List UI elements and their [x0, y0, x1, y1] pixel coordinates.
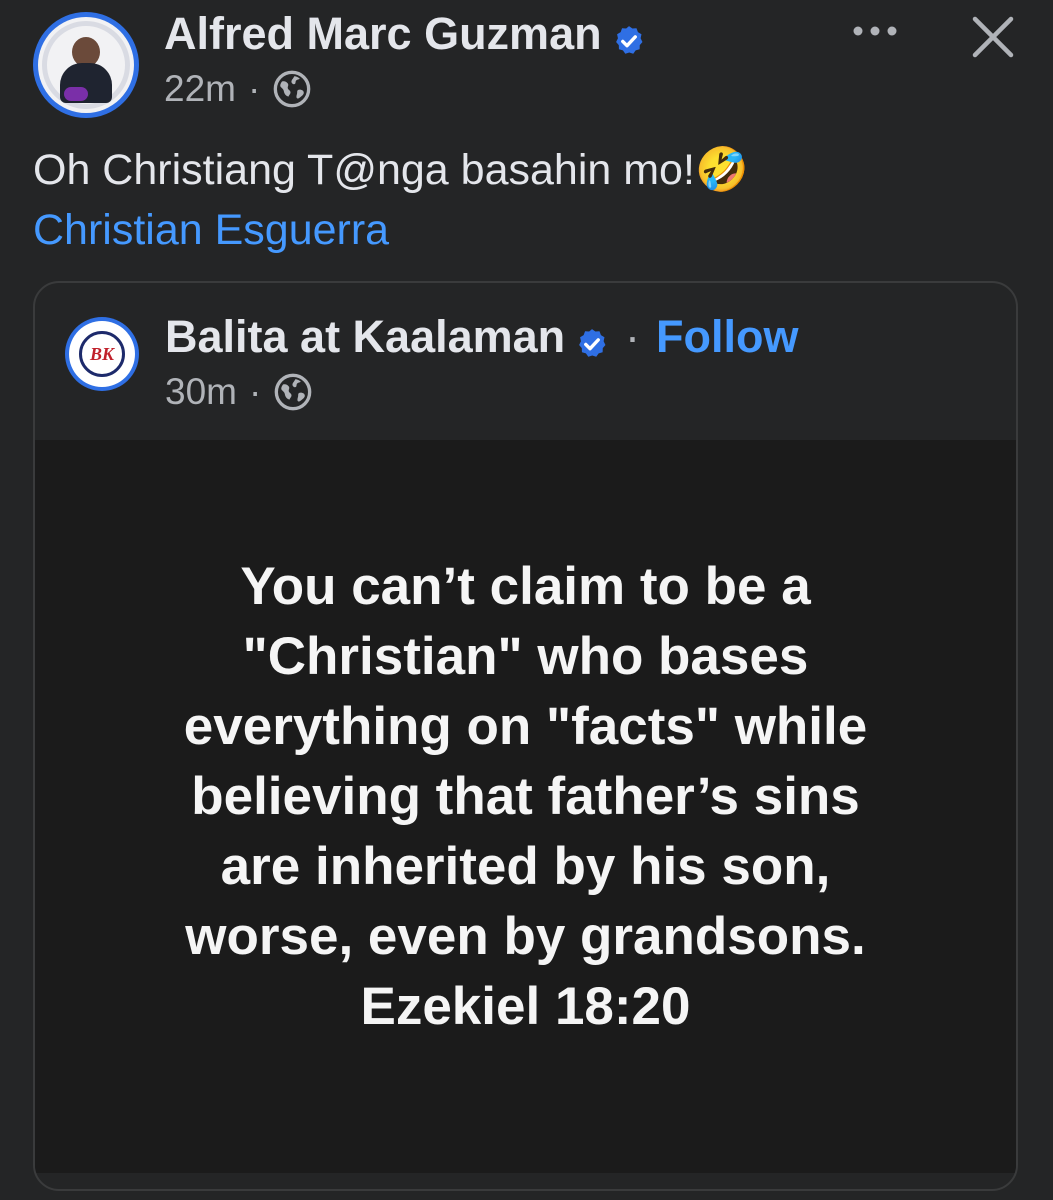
verified-badge-icon — [579, 329, 606, 357]
author-avatar[interactable] — [33, 12, 139, 118]
globe-icon[interactable] — [272, 69, 312, 109]
post-time[interactable]: 22m — [164, 68, 236, 110]
globe-icon[interactable] — [273, 372, 313, 412]
more-options-icon[interactable] — [848, 16, 902, 46]
rofl-emoji: 🤣 — [694, 145, 749, 195]
shared-post-meta: 30m · — [165, 371, 313, 413]
page-name[interactable]: Balita at Kaalaman — [165, 311, 565, 363]
meta-separator: · — [248, 371, 262, 412]
quote-line: everything on "facts" while — [183, 696, 868, 756]
quote-line: You can’t claim to be a — [240, 556, 811, 616]
follow-button[interactable]: Follow — [656, 311, 798, 363]
follow-separator: · — [625, 311, 640, 362]
close-icon[interactable] — [970, 14, 1016, 60]
page-avatar[interactable]: BK — [65, 317, 139, 391]
shared-post-card[interactable]: BK Balita at Kaalaman · Follow 30m · You… — [33, 281, 1018, 1191]
meta-separator: · — [247, 68, 261, 109]
quote-line: Ezekiel 18:20 — [360, 976, 691, 1036]
quote-line: worse, even by grandsons. — [185, 906, 866, 966]
quote-line: are inherited by his son, — [220, 836, 831, 896]
caption-text: Oh Christiang T@nga basahin mo! — [33, 146, 695, 194]
author-name[interactable]: Alfred Marc Guzman — [164, 8, 602, 60]
post-caption: Oh Christiang T@nga basahin mo!🤣 Christi… — [33, 140, 1013, 260]
page-avatar-logo: BK — [79, 331, 125, 377]
quote-text: You can’t claim to be a "Christian" who … — [76, 552, 976, 1042]
mention-link[interactable]: Christian Esguerra — [33, 200, 1013, 260]
quote-line: "Christian" who bases — [242, 626, 809, 686]
shared-post-time[interactable]: 30m — [165, 371, 237, 413]
facebook-post: Alfred Marc Guzman 22m · Oh Christiang T… — [0, 0, 1053, 1200]
post-meta: 22m · — [164, 68, 312, 110]
quote-line: believing that father’s sins — [191, 766, 860, 826]
quote-image[interactable]: You can’t claim to be a "Christian" who … — [35, 440, 1016, 1173]
verified-badge-icon — [616, 26, 643, 54]
shared-post-header: BK Balita at Kaalaman · Follow 30m · — [35, 283, 1016, 441]
